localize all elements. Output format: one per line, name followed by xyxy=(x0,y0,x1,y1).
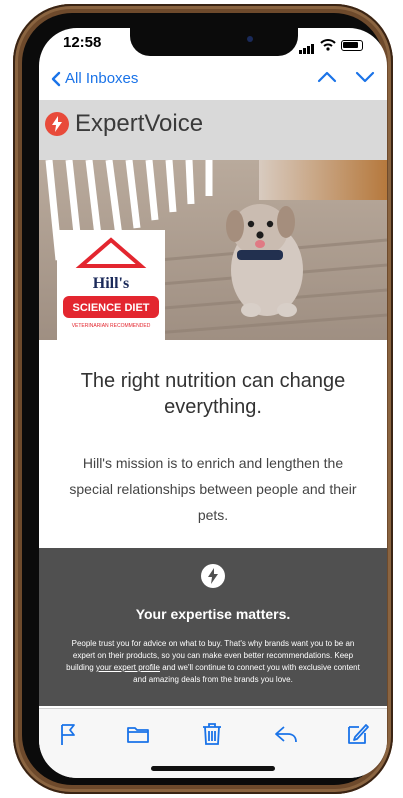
back-button[interactable]: All Inboxes xyxy=(51,70,138,87)
notch xyxy=(130,28,298,56)
expertvoice-bolt-icon xyxy=(45,112,69,136)
expertise-body: People trust you for advice on what to b… xyxy=(61,638,365,686)
mission-text: Hill's mission is to enrich and lengthen… xyxy=(69,455,357,523)
expertise-title: Your expertise matters. xyxy=(135,606,291,622)
hills-wordmark: Hill's xyxy=(93,275,129,292)
trash-icon[interactable] xyxy=(199,721,225,747)
hills-logo: Hill's SCIENCE DIET VETERINARIAN RECOMME… xyxy=(57,230,165,340)
email-screen: 12:58 All Inboxes ExpertVoice Hill's SCI… xyxy=(39,28,387,778)
chevron-left-icon xyxy=(51,71,61,86)
bolt-icon xyxy=(201,564,225,588)
mail-navbar: All Inboxes xyxy=(39,66,387,98)
signal-icon xyxy=(299,36,315,54)
status-icons xyxy=(299,36,363,54)
hero-image: Hill's SCIENCE DIET VETERINARIAN RECOMME… xyxy=(39,160,387,340)
brand-name: ExpertVoice xyxy=(75,110,204,137)
camera xyxy=(247,36,253,42)
expertise-section: Your expertise matters. People trust you… xyxy=(39,548,387,706)
reply-icon[interactable] xyxy=(273,721,299,747)
wifi-icon xyxy=(320,39,336,51)
chevron-down-icon[interactable] xyxy=(355,70,375,84)
battery-icon xyxy=(341,39,363,51)
hills-badge: SCIENCE DIET xyxy=(72,302,149,314)
flag-icon[interactable] xyxy=(55,721,81,747)
compose-icon[interactable] xyxy=(345,721,371,747)
expertise-text-2: and we'll continue to connect you with e… xyxy=(133,663,360,684)
status-time: 12:58 xyxy=(63,34,102,51)
expert-profile-link[interactable]: your expert profile xyxy=(96,663,160,672)
home-indicator[interactable] xyxy=(151,766,275,771)
folder-icon[interactable] xyxy=(125,721,151,747)
message-nav-arrows xyxy=(317,70,375,84)
headline: The right nutrition can change everythin… xyxy=(80,370,346,418)
back-label: All Inboxes xyxy=(65,70,139,87)
hills-subtext: VETERINARIAN RECOMMENDED xyxy=(72,323,151,329)
chevron-up-icon[interactable] xyxy=(317,70,337,84)
